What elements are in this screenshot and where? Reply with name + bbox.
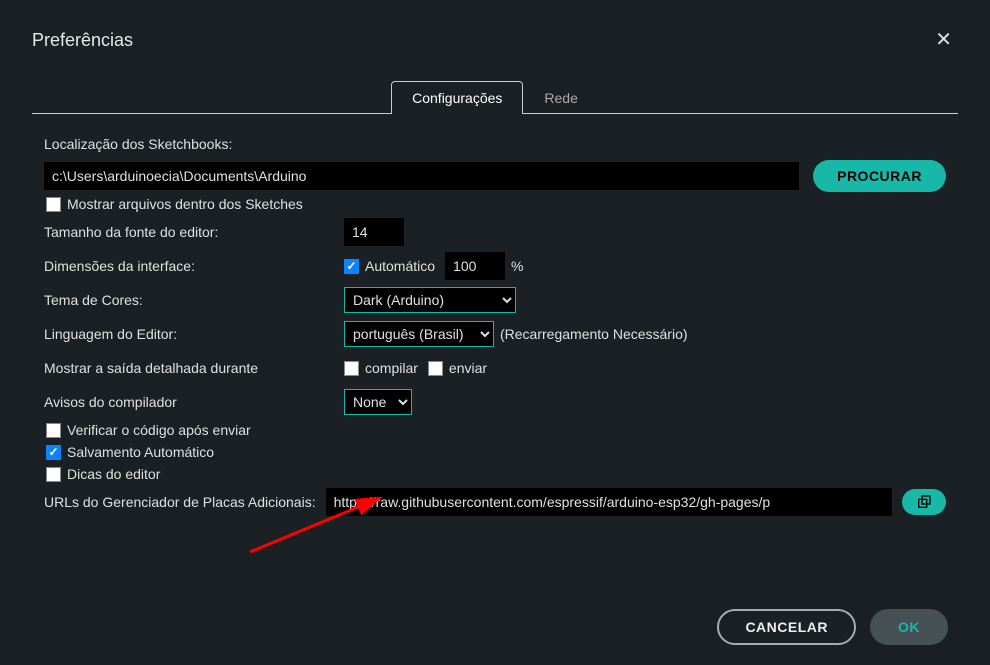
scale-value-input[interactable] <box>445 252 505 280</box>
tab-settings[interactable]: Configurações <box>391 81 523 114</box>
close-icon[interactable]: ✕ <box>929 28 958 52</box>
scale-auto-checkbox[interactable] <box>344 259 359 274</box>
verbose-upload-checkbox[interactable] <box>428 361 443 376</box>
verify-after-upload-label: Verificar o código após enviar <box>67 422 251 438</box>
dialog-header: Preferências ✕ <box>32 28 958 52</box>
show-files-label: Mostrar arquivos dentro dos Sketches <box>67 196 303 212</box>
expand-urls-button[interactable] <box>902 489 946 515</box>
board-urls-label: URLs do Gerenciador de Placas Adicionais… <box>44 494 316 510</box>
tab-network[interactable]: Rede <box>523 81 598 114</box>
show-files-checkbox[interactable] <box>46 197 61 212</box>
ok-button[interactable]: OK <box>870 609 948 645</box>
autosave-label: Salvamento Automático <box>67 444 214 460</box>
settings-panel: Localização dos Sketchbooks: PROCURAR Mo… <box>32 130 958 591</box>
theme-label: Tema de Cores: <box>44 292 344 308</box>
theme-select[interactable]: Dark (Arduino) <box>344 287 516 313</box>
verbose-upload-label: enviar <box>449 360 487 376</box>
verify-after-upload-checkbox[interactable] <box>46 423 61 438</box>
language-select[interactable]: português (Brasil) <box>344 321 494 347</box>
editor-hints-checkbox[interactable] <box>46 467 61 482</box>
cancel-button[interactable]: CANCELAR <box>717 609 856 645</box>
preferences-dialog: Preferências ✕ Configurações Rede Locali… <box>0 0 990 665</box>
verbose-compile-label: compilar <box>365 360 418 376</box>
sketchbook-location-label: Localização dos Sketchbooks: <box>44 136 344 152</box>
autosave-checkbox[interactable] <box>46 445 61 460</box>
scale-auto-label: Automático <box>365 258 435 274</box>
verbose-compile-checkbox[interactable] <box>344 361 359 376</box>
compiler-warnings-label: Avisos do compilador <box>44 394 344 410</box>
font-size-label: Tamanho da fonte do editor: <box>44 224 344 240</box>
new-window-icon <box>916 494 932 510</box>
language-label: Linguagem do Editor: <box>44 326 344 342</box>
tabs-bar: Configurações Rede <box>32 80 958 114</box>
font-size-input[interactable] <box>344 218 404 246</box>
verbose-output-label: Mostrar a saída detalhada durante <box>44 360 344 376</box>
dialog-footer: CANCELAR OK <box>32 591 958 645</box>
compiler-warnings-select[interactable]: None <box>344 389 412 415</box>
sketchbook-path-input[interactable] <box>44 162 799 190</box>
editor-hints-label: Dicas do editor <box>67 466 160 482</box>
dialog-title: Preferências <box>32 30 133 51</box>
board-urls-input[interactable] <box>326 488 892 516</box>
interface-scale-label: Dimensões da interface: <box>44 258 344 274</box>
language-reload-hint: (Recarregamento Necessário) <box>500 326 688 342</box>
browse-button[interactable]: PROCURAR <box>813 160 946 192</box>
scale-percent-label: % <box>511 258 523 274</box>
